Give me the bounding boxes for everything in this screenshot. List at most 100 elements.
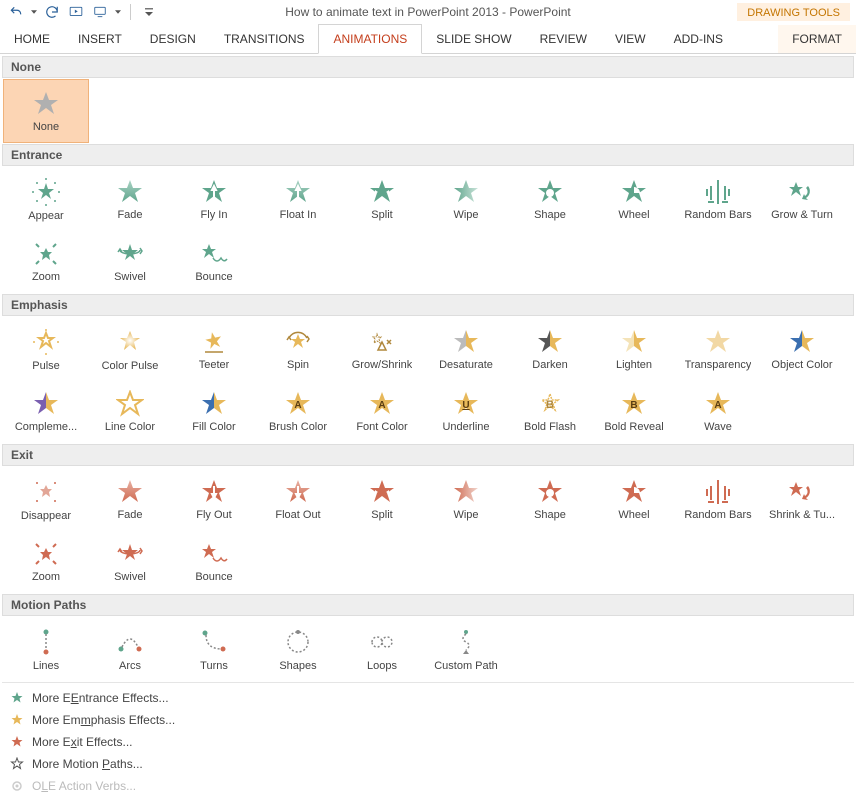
anim-label: Spin [287,359,309,371]
redo-button[interactable] [42,2,62,22]
anim-lighten[interactable]: Lighten [592,318,676,380]
anim-lines[interactable]: Lines [4,618,88,680]
more-exit[interactable]: More Exit Effects... [2,731,854,753]
flyin-icon [200,178,228,206]
anim-boldflash[interactable]: B Bold Flash [508,380,592,442]
zoom-icon [32,540,60,568]
wheel-icon [620,178,648,206]
anim-label: Line Color [105,421,155,433]
anim-custompath[interactable]: Custom Path [424,618,508,680]
anim-spin[interactable]: Spin [256,318,340,380]
context-tool-label: DRAWING TOOLS [737,3,850,21]
anim-transparency[interactable]: Transparency [676,318,760,380]
anim-underline[interactable]: U Underline [424,380,508,442]
anim-fade[interactable]: Fade [88,168,172,230]
tab-view[interactable]: VIEW [601,25,660,53]
tab-home[interactable]: HOME [0,25,64,53]
anim-exshape[interactable]: Shape [508,468,592,530]
anim-growturn[interactable]: Grow & Turn [760,168,844,230]
anim-wave[interactable]: A Wave [676,380,760,442]
undo-button[interactable] [6,2,26,22]
anim-darken[interactable]: Darken [508,318,592,380]
anim-floatout[interactable]: Float Out [256,468,340,530]
anim-label: Appear [28,210,63,222]
tab-review[interactable]: REVIEW [526,25,601,53]
svg-text:A: A [294,400,301,411]
fillcolor-icon [200,390,228,418]
tab-slideshow[interactable]: SLIDE SHOW [422,25,525,53]
anim-wipe[interactable]: Wipe [424,168,508,230]
anim-shrinkturn[interactable]: Shrink & Tu... [760,468,844,530]
anim-none[interactable]: None [4,80,88,142]
play-button[interactable] [66,2,86,22]
anim-label: Random Bars [684,509,751,521]
pulse-icon [31,327,61,357]
anim-colorpulse[interactable]: Color Pulse [88,318,172,380]
anim-label: Split [371,209,392,221]
anim-complement[interactable]: Compleme... [4,380,88,442]
anim-objectcolor[interactable]: Object Color [760,318,844,380]
anim-turns[interactable]: Turns [172,618,256,680]
anim-brushcolor[interactable]: A Brush Color [256,380,340,442]
swivel-icon [114,540,146,568]
anim-label: Turns [200,660,228,672]
anim-label: Bold Reveal [604,421,663,433]
anim-exwheel[interactable]: Wheel [592,468,676,530]
anim-exwipe[interactable]: Wipe [424,468,508,530]
qat-customize[interactable] [139,2,159,22]
anim-bounce[interactable]: Bounce [172,230,256,292]
split-icon [368,478,396,506]
section-none: None [2,56,854,78]
screen-button[interactable] [90,2,110,22]
anim-growshrink[interactable]: Grow/Shrink [340,318,424,380]
tab-transitions[interactable]: TRANSITIONS [210,25,319,53]
anim-shapes[interactable]: Shapes [256,618,340,680]
anim-split[interactable]: Split [340,168,424,230]
star-icon [10,735,24,749]
anim-disappear[interactable]: Disappear [4,468,88,530]
anim-exbounce[interactable]: Bounce [172,530,256,592]
anim-boldreveal[interactable]: B Bold Reveal [592,380,676,442]
qat-dropdown[interactable] [114,2,122,22]
more-entrance[interactable]: More EEntrance Effects... [2,687,854,709]
anim-floatin[interactable]: Float In [256,168,340,230]
anim-zoom[interactable]: Zoom [4,230,88,292]
loops-icon [367,627,397,657]
zoom-icon [32,240,60,268]
anim-arcs[interactable]: Arcs [88,618,172,680]
grid-entrance: Appear Fade Fly In Float In Split Wipe S… [2,166,854,294]
anim-fontcolor[interactable]: A Font Color [340,380,424,442]
anim-exrandombars[interactable]: Random Bars [676,468,760,530]
more-emphasis[interactable]: More Emmphasis Effects... [2,709,854,731]
teeter-icon [199,328,229,356]
undo-dropdown[interactable] [30,2,38,22]
objectcolor-icon [788,328,816,356]
anim-teeter[interactable]: Teeter [172,318,256,380]
anim-wheel[interactable]: Wheel [592,168,676,230]
anim-shape[interactable]: Shape [508,168,592,230]
anim-randombars[interactable]: Random Bars [676,168,760,230]
anim-swivel[interactable]: Swivel [88,230,172,292]
anim-fillcolor[interactable]: Fill Color [172,380,256,442]
anim-pulse[interactable]: Pulse [4,318,88,380]
tab-format[interactable]: FORMAT [778,25,856,53]
disappear-icon [31,477,61,507]
anim-loops[interactable]: Loops [340,618,424,680]
turns-icon [199,627,229,657]
tab-addins[interactable]: ADD-INS [660,25,737,53]
anim-exswivel[interactable]: Swivel [88,530,172,592]
anim-appear[interactable]: Appear [4,168,88,230]
anim-flyin[interactable]: Fly In [172,168,256,230]
anim-label: Lines [33,660,59,672]
tab-design[interactable]: DESIGN [136,25,210,53]
tab-animations[interactable]: ANIMATIONS [318,24,422,54]
anim-exsplit[interactable]: Split [340,468,424,530]
anim-desaturate[interactable]: Desaturate [424,318,508,380]
more-paths[interactable]: More Motion Paths... [2,753,854,775]
anim-exzoom[interactable]: Zoom [4,530,88,592]
anim-exfade[interactable]: Fade [88,468,172,530]
tab-insert[interactable]: INSERT [64,25,136,53]
anim-flyout[interactable]: Fly Out [172,468,256,530]
anim-linecolor[interactable]: Line Color [88,380,172,442]
anim-label: Object Color [771,359,832,371]
